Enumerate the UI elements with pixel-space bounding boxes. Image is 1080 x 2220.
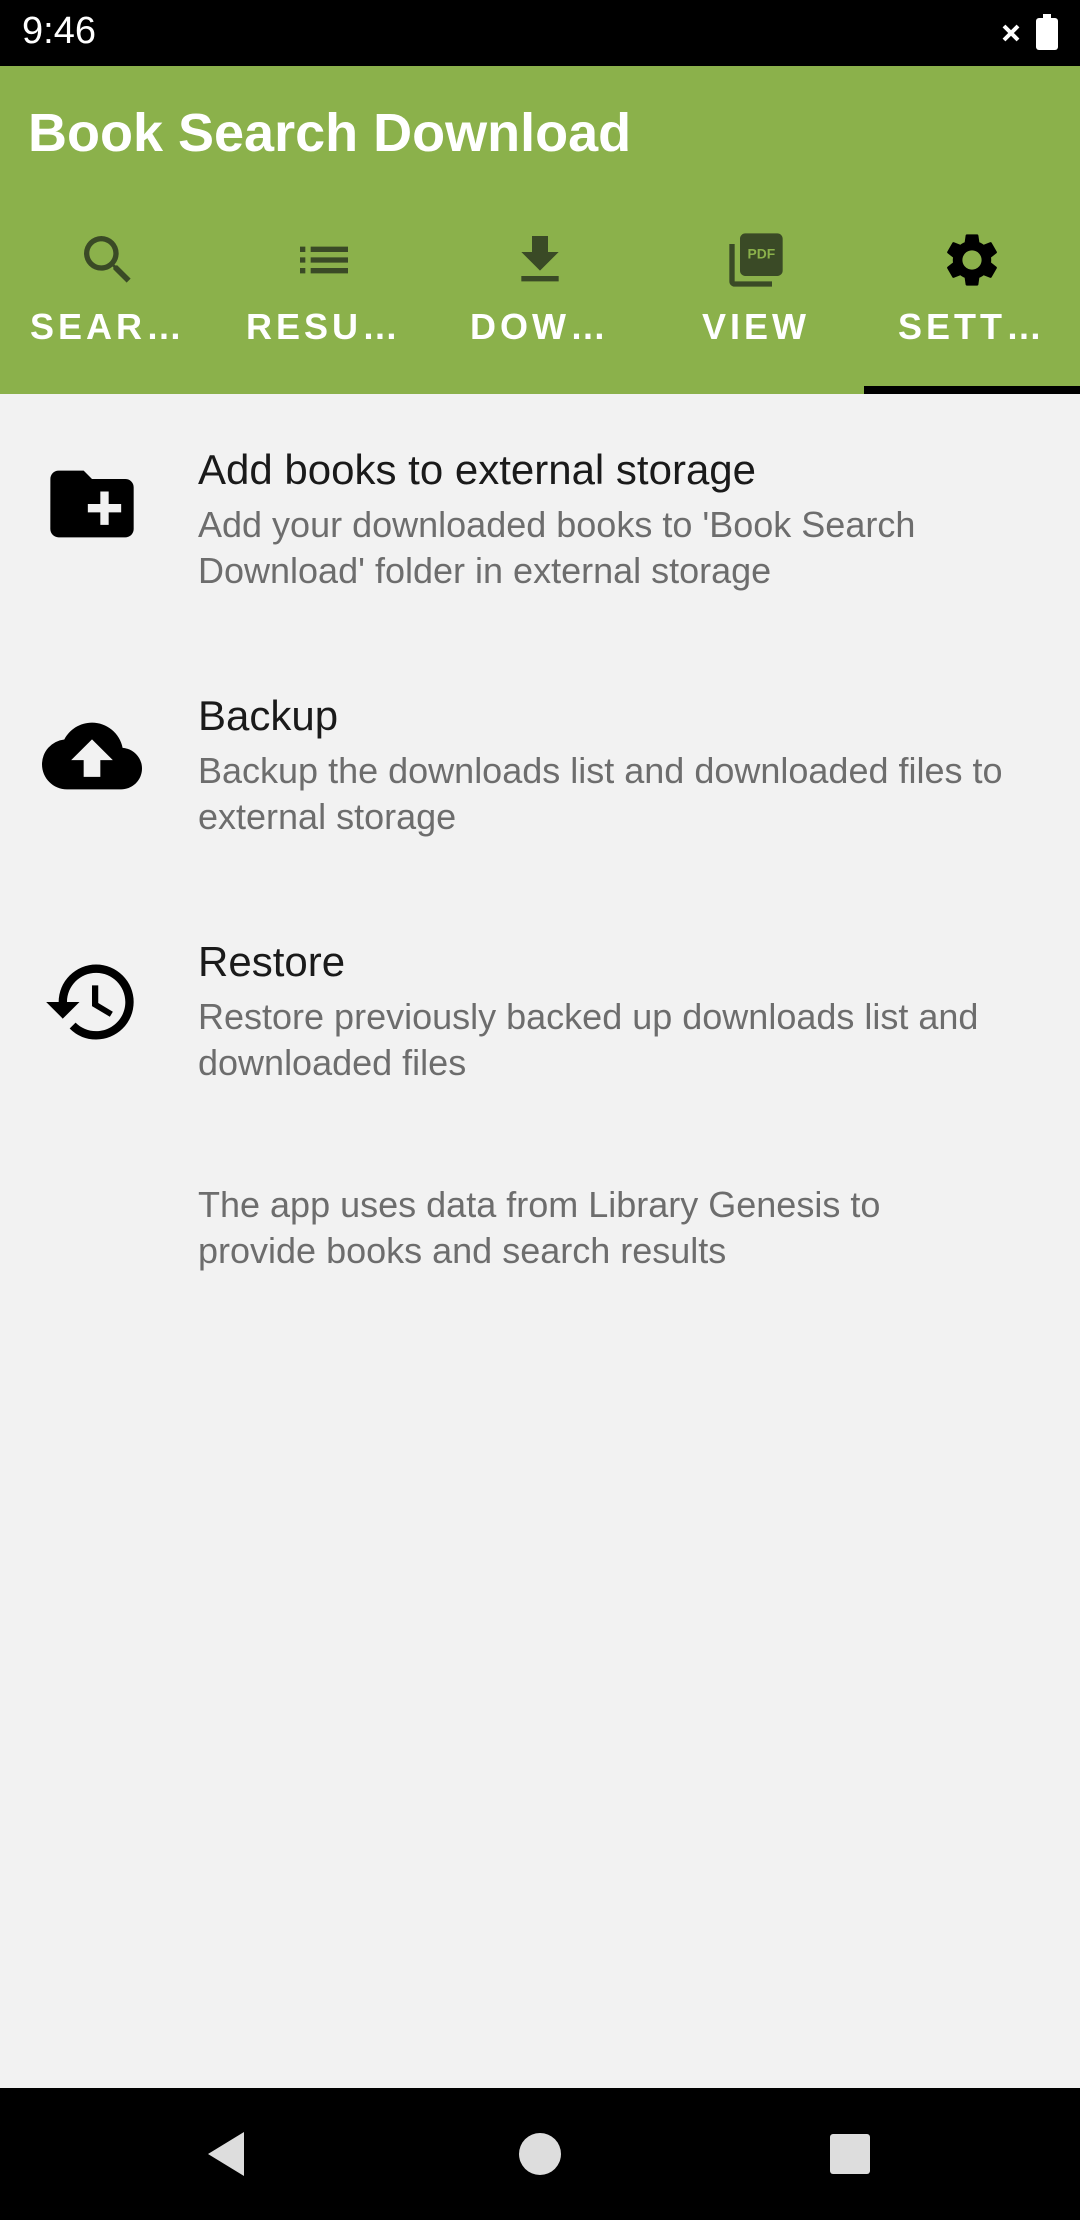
recents-icon[interactable] — [820, 2124, 880, 2184]
app-title: Book Search Download — [28, 103, 632, 163]
app-bar: Book Search Download SEAR… RESU… DOW… PD… — [0, 66, 1080, 394]
tab-view[interactable]: PDF VIEW — [648, 216, 864, 394]
tab-indicator — [864, 386, 1080, 394]
tab-search-label: SEAR… — [29, 306, 187, 347]
setting-description: Restore previously backed up downloads l… — [198, 996, 979, 1083]
setting-title: Restore — [198, 938, 346, 985]
pdf-icon: PDF — [729, 233, 783, 287]
tab-search[interactable]: SEAR… — [0, 216, 216, 394]
status-bar: 9:46 — [0, 0, 1080, 66]
setting-title: Add books to external storage — [198, 446, 757, 493]
setting-add-to-external-storage[interactable]: Add books to external storage Add your d… — [0, 446, 1080, 646]
setting-description: Add your downloaded books to 'Book Searc… — [198, 504, 916, 591]
status-time: 9:46 — [22, 10, 96, 52]
home-icon[interactable] — [510, 2124, 570, 2184]
setting-description: Backup the downloads list and downloaded… — [198, 750, 1003, 837]
gear-icon — [947, 234, 997, 286]
tab-settings-label: SETT… — [897, 306, 1046, 347]
back-icon[interactable] — [196, 2124, 256, 2184]
list-icon — [300, 246, 348, 274]
tab-downloads[interactable]: DOW… — [432, 216, 648, 394]
history-icon — [46, 964, 134, 1040]
system-nav-bar — [0, 2088, 1080, 2220]
cloud-upload-icon — [42, 722, 142, 790]
settings-list: Add books to external storage Add your d… — [0, 394, 1080, 2088]
setting-title: Backup — [198, 692, 339, 739]
download-icon — [521, 236, 559, 282]
tab-settings[interactable]: SETT… — [864, 216, 1080, 394]
no-signal-icon — [1002, 24, 1020, 42]
search-icon — [84, 236, 131, 283]
tab-results-label: RESU… — [245, 306, 403, 347]
tab-downloads-label: DOW… — [470, 306, 610, 347]
svg-text:PDF: PDF — [747, 246, 775, 262]
tab-results[interactable]: RESU… — [216, 216, 432, 394]
folder-add-icon — [50, 470, 134, 538]
setting-restore[interactable]: Restore Restore previously backed up dow… — [0, 938, 1080, 1138]
setting-backup[interactable]: Backup Backup the downloads list and dow… — [0, 692, 1080, 892]
tab-view-label: VIEW — [701, 306, 810, 347]
data-source-note: The app uses data from Library Genesis t… — [198, 1184, 881, 1271]
battery-icon — [1036, 14, 1058, 50]
